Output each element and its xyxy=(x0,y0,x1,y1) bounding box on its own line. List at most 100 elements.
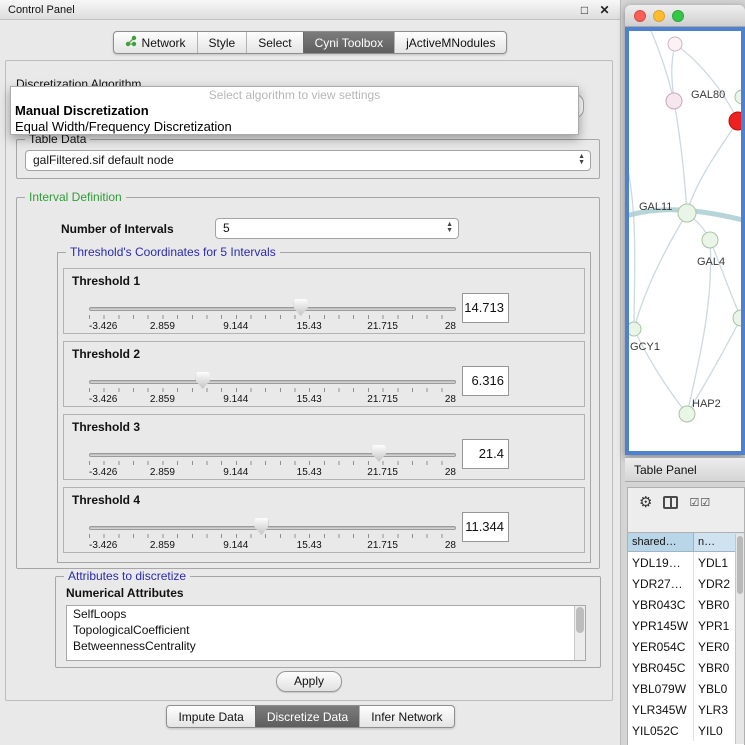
scale-tick-label: 9.144 xyxy=(223,467,248,478)
number-of-intervals-combobox[interactable]: 5 ▲▼ xyxy=(215,218,459,239)
threshold-slider[interactable]: -3.426 2.859 9.144 15.43 21.715 28 xyxy=(89,297,456,333)
slider-thumb[interactable] xyxy=(372,445,386,462)
scale-tick-label: 28 xyxy=(445,467,456,478)
threshold-panel: Threshold 2 -3.426 2.859 9.144 15.43 21.… xyxy=(63,341,585,407)
tab-infer-network[interactable]: Infer Network xyxy=(359,706,453,727)
numerical-attributes-list[interactable]: SelfLoops TopologicalCoefficient Between… xyxy=(66,605,586,661)
table-rows: YDL19… YDL1 YDR27… YDR2 YBR043C YBR0 YPR… xyxy=(628,552,744,745)
numerical-attributes-label: Numerical Attributes xyxy=(66,586,184,600)
table-scrollbar[interactable] xyxy=(735,534,744,744)
table-row[interactable]: YIL052C YIL0 xyxy=(628,720,744,741)
scale-tick-label: -3.426 xyxy=(89,321,117,332)
threshold-slider[interactable]: -3.426 2.859 9.144 15.43 21.715 28 xyxy=(89,370,456,406)
slider-track[interactable] xyxy=(89,307,456,311)
tab-impute-data[interactable]: Impute Data xyxy=(167,706,254,727)
algorithm-placeholder: Select algorithm to view settings xyxy=(11,87,578,103)
thresholds-group: Threshold's Coordinates for 5 Intervals … xyxy=(57,252,591,563)
algorithm-option-manual[interactable]: Manual Discretization xyxy=(11,103,578,119)
threshold-value-field[interactable]: 14.713 xyxy=(462,293,509,323)
list-item[interactable]: SelfLoops xyxy=(67,606,585,622)
slider-thumb[interactable] xyxy=(254,518,268,535)
table-row[interactable]: YER054C YER0 xyxy=(628,636,744,657)
gear-icon[interactable]: ⚙ xyxy=(639,495,652,511)
algorithm-option-equal-width[interactable]: Equal Width/Frequency Discretization xyxy=(11,119,578,135)
control-panel-titlebar: Control Panel □ ✕ xyxy=(0,0,620,20)
threshold-value-field[interactable]: 6.316 xyxy=(462,366,509,396)
table-data-combobox[interactable]: galFiltered.sif default node ▲▼ xyxy=(25,150,591,171)
scrollbar-thumb[interactable] xyxy=(576,607,584,633)
scale-tick-label: 21.715 xyxy=(367,467,398,478)
slider-track[interactable] xyxy=(89,453,456,457)
table-row[interactable]: YPR145W YPR1 xyxy=(628,615,744,636)
slider-thumb[interactable] xyxy=(196,372,210,389)
scale-tick-label: -3.426 xyxy=(89,394,117,405)
select-columns-icon[interactable]: ☑☑ xyxy=(689,495,711,511)
tab-network[interactable]: Network xyxy=(114,32,197,53)
network-node[interactable] xyxy=(733,310,741,326)
scale-tick-label: -3.426 xyxy=(89,467,117,478)
interval-definition-group: Interval Definition Number of Intervals … xyxy=(16,197,600,569)
table-data-group: Table Data galFiltered.sif default node … xyxy=(16,139,600,179)
network-node-selected-red[interactable] xyxy=(729,112,741,130)
minimize-traffic-light-icon[interactable] xyxy=(653,10,665,22)
scale-tick-label: 9.144 xyxy=(223,540,248,551)
threshold-label: Threshold 2 xyxy=(72,347,140,361)
scale-tick-label: 28 xyxy=(445,540,456,551)
table-row[interactable]: YBL079W YBL0 xyxy=(628,678,744,699)
slider-thumb[interactable] xyxy=(294,299,308,316)
close-icon[interactable]: ✕ xyxy=(597,3,612,17)
table-row[interactable]: YBR045C YBR0 xyxy=(628,657,744,678)
table-row[interactable]: YDL19… YDL1 xyxy=(628,552,744,573)
threshold-value-field[interactable]: 11.344 xyxy=(462,512,509,542)
network-node[interactable] xyxy=(735,90,741,104)
node-label-hap2: HAP2 xyxy=(692,398,721,410)
network-window-titlebar[interactable] xyxy=(625,5,745,27)
threshold-panel: Threshold 3 -3.426 2.859 9.144 15.43 21.… xyxy=(63,414,585,480)
threshold-panel: Threshold 4 -3.426 2.859 9.144 15.43 21.… xyxy=(63,487,585,553)
node-label-gcy1: GCY1 xyxy=(630,341,660,353)
table-row[interactable]: YLR345W YLR3 xyxy=(628,699,744,720)
list-item[interactable]: BetweennessCentrality xyxy=(67,638,585,654)
slider-track[interactable] xyxy=(89,526,456,530)
scale-tick-label: 28 xyxy=(445,321,456,332)
table-row[interactable]: YDR27… YDR2 xyxy=(628,573,744,594)
window-title: Control Panel xyxy=(8,4,572,16)
close-traffic-light-icon[interactable] xyxy=(634,10,646,22)
tab-jactivemnodules[interactable]: jActiveMNodules xyxy=(394,32,506,53)
scale-tick-label: 15.43 xyxy=(297,467,322,478)
slider-ticks xyxy=(89,461,456,465)
zoom-traffic-light-icon[interactable] xyxy=(672,10,684,22)
threshold-slider[interactable]: -3.426 2.859 9.144 15.43 21.715 28 xyxy=(89,516,456,552)
slider-track[interactable] xyxy=(89,380,456,384)
scrollbar-thumb[interactable] xyxy=(737,536,743,594)
threshold-slider[interactable]: -3.426 2.859 9.144 15.43 21.715 28 xyxy=(89,443,456,479)
slider-scale: -3.426 2.859 9.144 15.43 21.715 28 xyxy=(89,467,456,479)
tab-discretize-data[interactable]: Discretize Data xyxy=(255,706,359,727)
table-row[interactable]: YBR043C YBR0 xyxy=(628,594,744,615)
tab-cyni-toolbox[interactable]: Cyni Toolbox xyxy=(303,32,394,53)
network-canvas[interactable]: GAL80 GAL11 GAL4 GCY1 HAP2 xyxy=(625,27,745,455)
combo-stepper-icon: ▲▼ xyxy=(446,222,453,234)
tab-select[interactable]: Select xyxy=(246,32,302,53)
column-browser-icon[interactable] xyxy=(663,496,678,509)
cyni-panel-body: Discretization Algorithm Select algorith… xyxy=(5,60,613,701)
network-node-gcy1[interactable] xyxy=(629,322,641,336)
restore-icon[interactable]: □ xyxy=(577,3,592,17)
network-node[interactable] xyxy=(668,37,682,51)
tab-style[interactable]: Style xyxy=(197,32,247,53)
number-of-intervals-value: 5 xyxy=(223,221,230,235)
threshold-value-field[interactable]: 21.4 xyxy=(462,439,509,469)
list-scrollbar[interactable] xyxy=(574,606,585,660)
table-panel-titlebar[interactable]: Table Panel xyxy=(625,457,745,482)
network-node-gal80[interactable] xyxy=(666,93,682,109)
network-node-gal11[interactable] xyxy=(678,204,696,222)
apply-button[interactable]: Apply xyxy=(276,671,342,692)
scale-tick-label: 15.43 xyxy=(297,321,322,332)
algorithm-dropdown-popup: Select algorithm to view settings Manual… xyxy=(10,86,579,135)
list-item[interactable]: TopologicalCoefficient xyxy=(67,622,585,638)
column-header-shared-name[interactable]: shared… xyxy=(628,533,694,551)
network-node-gal4[interactable] xyxy=(702,232,718,248)
scale-tick-label: 9.144 xyxy=(223,321,248,332)
control-panel-window: Control Panel □ ✕ Network Style xyxy=(0,0,621,745)
tab-network-label: Network xyxy=(142,36,186,50)
